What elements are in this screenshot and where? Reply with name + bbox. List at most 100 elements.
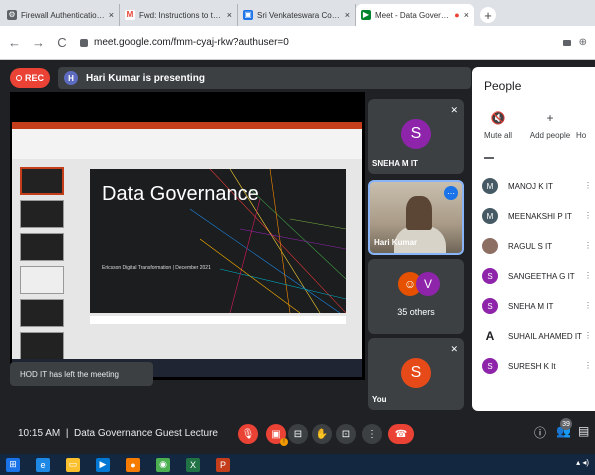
camera-toggle-button[interactable]: ▣! bbox=[266, 424, 288, 446]
browser-tab[interactable]: ⚙ Firewall Authentication Keepaliv × bbox=[2, 4, 120, 26]
firefox-icon[interactable]: ● bbox=[126, 457, 140, 472]
action-label: Ho bbox=[576, 131, 587, 140]
slide-subtitle: Ericsson Digital Transformation | Decemb… bbox=[102, 265, 211, 271]
host-icon bbox=[576, 111, 595, 125]
participant-name: Hari Kumar bbox=[374, 238, 418, 247]
list-item[interactable]: S SANGEETHA G IT ⋮ bbox=[482, 261, 595, 291]
browser-tab[interactable]: M Fwd: Instructions to the Invigilat × bbox=[120, 4, 238, 26]
participant-name: MEENAKSHI P IT bbox=[508, 211, 572, 221]
list-item[interactable]: M MEENAKSHI P IT ⋮ bbox=[482, 201, 595, 231]
close-icon[interactable]: × bbox=[227, 10, 232, 20]
camera-icon[interactable] bbox=[562, 39, 571, 46]
list-item[interactable]: RAGUL S IT ⋮ bbox=[482, 231, 595, 261]
avatar: S bbox=[401, 358, 431, 388]
slide-title: Data Governance bbox=[102, 183, 259, 205]
meeting-name: Data Governance Guest Lecture bbox=[74, 428, 218, 439]
participant-video-tile[interactable]: ⋯ Hari Kumar bbox=[368, 180, 464, 255]
more-options-button[interactable]: ⋮ bbox=[362, 424, 382, 444]
self-tile[interactable]: ✕ S You bbox=[368, 338, 464, 410]
more-icon[interactable]: ⋮ bbox=[584, 211, 592, 220]
excel-icon[interactable]: X bbox=[186, 457, 200, 472]
warning-badge: ! bbox=[280, 438, 288, 446]
close-icon[interactable]: × bbox=[109, 10, 114, 20]
shared-screen: Data Governance Ericsson Digital Transfo… bbox=[10, 92, 365, 380]
start-icon[interactable]: ⊞ bbox=[6, 457, 20, 472]
meet-icon: ▶ bbox=[361, 10, 371, 20]
captions-button[interactable]: ⊟ bbox=[288, 424, 308, 444]
windows-taskbar: ⊞ e ▭ ▶ ● ◉ X P ▴ ◂) bbox=[0, 454, 595, 475]
avatar: A bbox=[482, 328, 498, 344]
forward-icon[interactable]: → bbox=[32, 35, 45, 50]
divider bbox=[484, 157, 494, 159]
list-item[interactable]: M MANOJ K IT ⋮ bbox=[482, 171, 595, 201]
list-item[interactable]: S SURESH K It ⋮ bbox=[482, 351, 595, 381]
tab-title: Fwd: Instructions to the Invigilat bbox=[139, 10, 223, 20]
list-item[interactable]: S SNEHA M IT ⋮ bbox=[482, 291, 595, 321]
more-icon[interactable]: ⋮ bbox=[584, 241, 592, 250]
present-icon: ⊡ bbox=[341, 428, 351, 440]
others-tile[interactable]: ☺ V 35 others bbox=[368, 259, 464, 334]
gmail-icon: M bbox=[125, 10, 135, 20]
add-person-icon: + bbox=[546, 111, 554, 125]
notification-toast: HOD IT has left the meeting bbox=[10, 362, 153, 386]
powerpoint-icon[interactable]: P bbox=[216, 457, 230, 472]
extension-icon[interactable]: ⊕ bbox=[579, 37, 587, 48]
host-controls-button[interactable]: Ho bbox=[576, 111, 595, 151]
recording-badge: REC bbox=[10, 68, 50, 88]
mic-off-icon: ✕ bbox=[450, 105, 458, 115]
back-icon[interactable]: ← bbox=[8, 35, 21, 50]
slide-thumbnail bbox=[20, 233, 64, 261]
url-text: meet.google.com/fmm-cyaj-rkw?authuser=0 bbox=[94, 37, 289, 48]
slide-thumbnail bbox=[20, 332, 64, 360]
college-icon: ▣ bbox=[243, 10, 253, 20]
new-tab-button[interactable]: + bbox=[480, 7, 496, 23]
phone-hangup-icon: ☎ bbox=[394, 428, 408, 440]
rec-label: REC bbox=[24, 73, 44, 83]
slide-thumbnail bbox=[20, 200, 64, 228]
info-icon[interactable]: ⓘ bbox=[534, 424, 546, 441]
mute-all-button[interactable]: 🔇 Mute all bbox=[472, 111, 524, 151]
participant-tile[interactable]: ✕ S SNEHA M IT bbox=[368, 99, 464, 174]
close-icon[interactable]: × bbox=[464, 10, 469, 20]
mute-icon: 🔇 bbox=[490, 111, 506, 125]
hand-icon: ✋ bbox=[315, 428, 329, 440]
mic-off-icon: ✕ bbox=[450, 344, 458, 354]
browser-tab[interactable]: ▣ Sri Venkateswara College of Engi × bbox=[238, 4, 356, 26]
more-vert-icon: ⋮ bbox=[367, 428, 377, 440]
avatar: V bbox=[416, 272, 440, 296]
more-icon[interactable]: ⋮ bbox=[584, 361, 592, 370]
media-player-icon[interactable]: ▶ bbox=[96, 457, 110, 472]
more-icon[interactable]: ⋮ bbox=[584, 181, 592, 190]
file-explorer-icon[interactable]: ▭ bbox=[66, 457, 80, 472]
meeting-info: 10:15 AM | Data Governance Guest Lecture bbox=[18, 428, 218, 439]
more-options-icon[interactable]: ⋯ bbox=[444, 186, 458, 200]
mic-toggle-button[interactable]: 🎙 bbox=[238, 424, 258, 444]
raise-hand-button[interactable]: ✋ bbox=[312, 424, 332, 444]
video-person-head bbox=[406, 196, 432, 230]
present-button[interactable]: ⊡ bbox=[336, 424, 356, 444]
ie-icon[interactable]: e bbox=[36, 457, 50, 472]
current-slide: Data Governance Ericsson Digital Transfo… bbox=[90, 169, 346, 313]
leave-call-button[interactable]: ☎ bbox=[388, 424, 414, 444]
chat-icon[interactable]: ▤ bbox=[578, 424, 589, 438]
more-icon[interactable]: ⋮ bbox=[584, 301, 592, 310]
people-actions: 🔇 Mute all + Add people Ho bbox=[472, 111, 595, 151]
browser-tab-active[interactable]: ▶ Meet - Data Governance Gu ● × bbox=[356, 4, 474, 26]
close-icon[interactable]: × bbox=[345, 10, 350, 20]
more-icon[interactable]: ⋮ bbox=[584, 331, 592, 340]
reload-icon[interactable]: C bbox=[56, 35, 68, 50]
firewall-icon: ⚙ bbox=[7, 10, 17, 20]
url-field[interactable]: meet.google.com/fmm-cyaj-rkw?authuser=0 bbox=[80, 37, 551, 48]
tab-title: Sri Venkateswara College of Engi bbox=[257, 10, 341, 20]
participant-list: M MANOJ K IT ⋮ M MEENAKSHI P IT ⋮ RAGUL … bbox=[482, 171, 595, 381]
system-tray[interactable]: ▴ ◂) bbox=[576, 458, 589, 467]
clock-time: 10:15 AM bbox=[18, 428, 61, 439]
more-icon[interactable]: ⋮ bbox=[584, 271, 592, 280]
slide-thumbnail bbox=[20, 299, 64, 327]
participant-count-badge: 39 bbox=[560, 418, 572, 430]
chrome-icon[interactable]: ◉ bbox=[156, 457, 170, 472]
list-item[interactable]: A SUHAIL AHAMED IT ⋮ bbox=[482, 321, 595, 351]
browser-tab-bar: ⚙ Firewall Authentication Keepaliv × M F… bbox=[0, 0, 595, 26]
participant-name: SURESH K It bbox=[508, 361, 556, 371]
add-people-button[interactable]: + Add people bbox=[524, 111, 576, 151]
